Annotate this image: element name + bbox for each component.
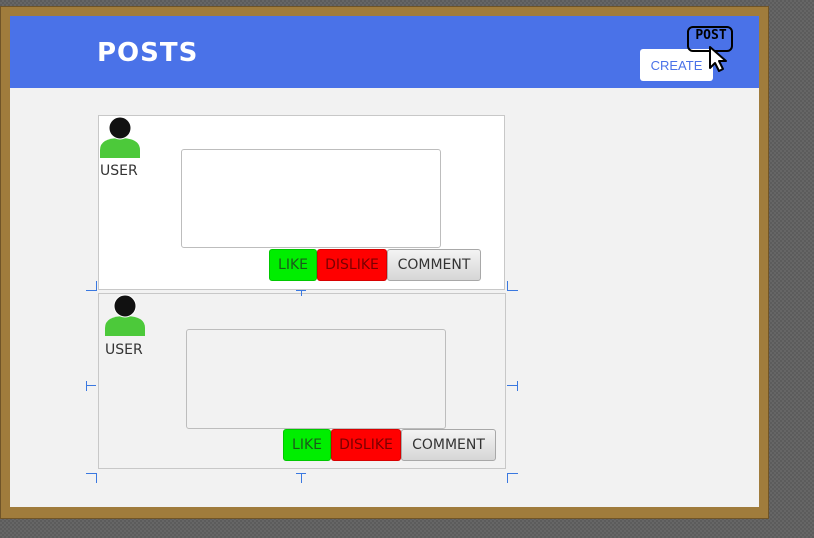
selection-handle[interactable] — [301, 290, 302, 296]
selection-handle[interactable] — [508, 290, 518, 291]
post-cursor-icon[interactable]: POST — [686, 25, 738, 73]
dislike-button[interactable]: DISLIKE — [317, 249, 387, 281]
header-bar: POSTS CREATE POST — [10, 16, 759, 88]
dislike-button[interactable]: DISLIKE — [331, 429, 401, 461]
selection-handle[interactable] — [96, 473, 97, 483]
selection-handle[interactable] — [86, 290, 96, 291]
selection-handle[interactable] — [86, 473, 96, 474]
selection-handle[interactable] — [507, 281, 508, 291]
selection-handle[interactable] — [507, 473, 508, 483]
selection-handle[interactable] — [508, 473, 518, 474]
post-text-field[interactable] — [186, 329, 446, 429]
post-card: USER LIKE DISLIKE COMMENT — [98, 293, 506, 469]
user-label: USER — [100, 163, 138, 179]
selection-handle[interactable] — [517, 381, 518, 391]
post-card: USER LIKE DISLIKE COMMENT — [98, 115, 505, 290]
selection-handle[interactable] — [301, 473, 302, 483]
page-title: POSTS — [97, 38, 199, 68]
post-text-field[interactable] — [181, 149, 441, 248]
user-avatar-icon — [104, 294, 146, 336]
like-button[interactable]: LIKE — [269, 249, 317, 281]
window-frame: POSTS CREATE POST USER LIKE DISLIKE COMM… — [0, 6, 769, 519]
user-label: USER — [105, 342, 143, 358]
post-icon-label: POST — [695, 28, 727, 43]
selection-handle[interactable] — [86, 385, 96, 386]
selection-handle[interactable] — [86, 381, 87, 391]
selection-handle[interactable] — [507, 385, 517, 386]
like-button[interactable]: LIKE — [283, 429, 331, 461]
comment-button[interactable]: COMMENT — [387, 249, 481, 281]
selection-handle[interactable] — [96, 281, 97, 291]
user-avatar-icon — [99, 116, 141, 158]
app-window: POSTS CREATE POST USER LIKE DISLIKE COMM… — [10, 16, 759, 507]
comment-button[interactable]: COMMENT — [401, 429, 496, 461]
